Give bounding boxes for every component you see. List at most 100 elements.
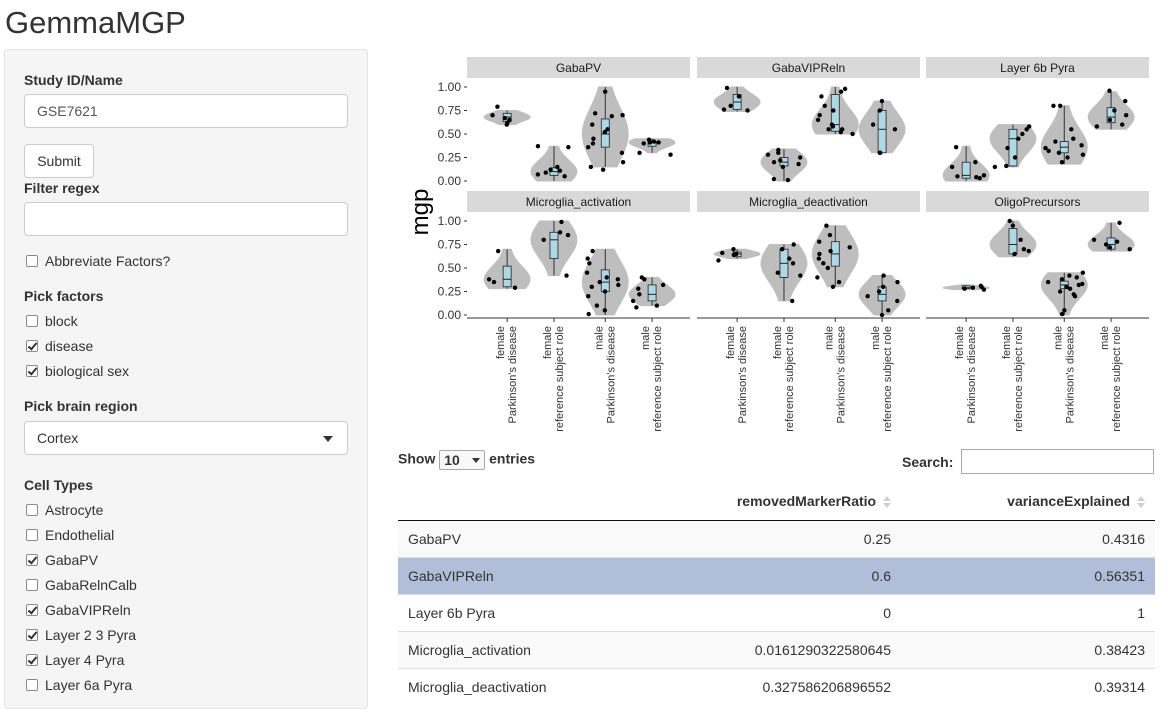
celltype-gabapv-checkbox[interactable] <box>26 554 38 566</box>
data-point <box>584 270 590 275</box>
study-input[interactable] <box>24 94 348 128</box>
celltype-endothelial[interactable]: Endothelial <box>26 525 114 545</box>
factor-disease-checkbox[interactable] <box>26 340 38 352</box>
column-header-label: removedMarkerRatio <box>736 492 877 509</box>
celltype-layer-2-3-pyra[interactable]: Layer 2 3 Pyra <box>26 625 136 645</box>
data-point <box>736 94 742 99</box>
table-row[interactable]: Layer 6b Pyra 0 1 <box>398 593 1155 631</box>
data-point <box>590 141 596 146</box>
data-point <box>981 173 987 178</box>
data-point <box>616 282 621 288</box>
celltype-gabarelncalb[interactable]: GabaRelnCalb <box>26 575 137 595</box>
filter-input[interactable] <box>24 202 348 236</box>
celltype-layer-4-pyra-checkbox[interactable] <box>26 654 38 666</box>
data-point <box>1123 98 1128 104</box>
celltype-layer-6a-pyra-checkbox[interactable] <box>26 679 38 691</box>
data-point <box>1123 113 1129 118</box>
cell-celltype: GabaVIPReln <box>398 556 612 594</box>
submit-button[interactable]: Submit <box>24 144 94 178</box>
data-point <box>981 287 987 292</box>
abbreviate-checkbox[interactable] <box>26 255 38 267</box>
chevron-down-icon <box>472 458 481 463</box>
x-tick-label: Parkinson's disease <box>507 326 519 424</box>
x-tick-label: male <box>640 326 652 350</box>
celltype-endothelial-checkbox[interactable] <box>26 529 38 541</box>
celltype-astrocyte-checkbox[interactable] <box>26 504 38 516</box>
x-tick-label: male <box>1099 326 1111 350</box>
data-point <box>586 311 591 317</box>
data-point <box>1079 143 1084 148</box>
data-point <box>490 113 495 118</box>
x-tick-label: female <box>772 326 784 359</box>
celltype-astrocyte[interactable]: Astrocyte <box>26 500 103 520</box>
column-header-varianceexplained[interactable]: varianceExplained <box>901 482 1155 521</box>
factor-disease-label: disease <box>45 338 94 354</box>
data-point <box>1080 270 1086 275</box>
celltype-endothelial-label: Endothelial <box>45 527 115 543</box>
table-search-input[interactable] <box>961 449 1154 474</box>
celltype-layer-4-pyra[interactable]: Layer 4 Pyra <box>26 650 124 670</box>
factor-block[interactable]: block <box>26 311 78 331</box>
mgp-violin-plot: mgp GabaPV 0.00 0.25 0.50 0.75 1.00 GabaVIPReln… <box>407 57 1149 432</box>
data-point <box>602 289 608 294</box>
celltype-layer-6a-pyra[interactable]: Layer 6a Pyra <box>26 675 132 695</box>
column-header-removedmarkerratio[interactable]: removedMarkerRatio <box>612 482 901 521</box>
data-point <box>590 248 595 254</box>
x-tick-label: male <box>1052 326 1064 350</box>
table-row[interactable]: Microglia_deactivation 0.327586206896552… <box>398 667 1155 705</box>
data-point <box>641 141 646 146</box>
table-row[interactable]: GabaPV 0.25 0.4316 <box>398 519 1155 557</box>
box <box>600 269 610 292</box>
abbreviate-checkbox-row[interactable]: Abbreviate Factors? <box>26 251 170 271</box>
x-tick-label: reference subject role <box>1111 326 1123 432</box>
cell-celltype: GabaPV <box>398 519 612 557</box>
y-tick-label: 0.00 <box>438 308 462 322</box>
data-point <box>879 98 885 104</box>
celltype-gabapv[interactable]: GabaPV <box>26 550 98 570</box>
celltype-gabavipreln-label: GabaVIPReln <box>45 602 131 618</box>
celltype-gabavipreln-checkbox[interactable] <box>26 604 38 616</box>
data-point <box>1005 145 1010 151</box>
data-point <box>592 111 598 116</box>
data-point <box>587 261 592 266</box>
celltype-layer-2-3-pyra-checkbox[interactable] <box>26 629 38 641</box>
x-tick-label: Parkinson's disease <box>966 326 978 424</box>
data-point <box>824 223 829 228</box>
table-row[interactable]: GabaVIPReln 0.6 0.56351 <box>398 556 1155 594</box>
data-point <box>557 168 563 173</box>
data-point <box>836 279 842 285</box>
sidebar-panel: Study ID/Name Submit Filter regex Abbrev… <box>4 49 368 709</box>
data-point <box>1117 220 1122 226</box>
x-tick-label: male <box>593 326 605 350</box>
factor-biological-sex[interactable]: biological sex <box>26 361 129 381</box>
data-point <box>830 284 836 289</box>
factor-biological-sex-label: biological sex <box>45 363 130 379</box>
data-point <box>720 250 725 256</box>
x-tick-label: female <box>725 326 737 359</box>
data-point <box>765 152 771 157</box>
data-point <box>796 161 801 167</box>
data-point <box>1080 152 1086 157</box>
factor-block-checkbox[interactable] <box>26 315 38 327</box>
study-label: Study ID/Name <box>24 72 123 88</box>
table-row[interactable]: Microglia_activation 0.0161290322580645 … <box>398 630 1155 668</box>
data-point <box>745 108 750 113</box>
x-tick-label: female <box>495 326 507 359</box>
data-point <box>559 219 564 225</box>
data-point <box>771 160 777 165</box>
celltype-gabavipreln[interactable]: GabaVIPReln <box>26 600 131 620</box>
data-point <box>642 277 647 282</box>
region-select[interactable]: Cortex <box>24 421 348 455</box>
facet-label: Layer 6b Pyra <box>1000 61 1075 75</box>
entries-length-select[interactable]: 10 <box>439 450 486 470</box>
data-point <box>817 251 822 257</box>
data-point <box>798 273 803 278</box>
celltype-gabarelncalb-checkbox[interactable] <box>26 579 38 591</box>
factors-label: Pick factors <box>24 288 104 304</box>
factor-biological-sex-checkbox[interactable] <box>26 365 38 377</box>
celltype-gabarelncalb-label: GabaRelnCalb <box>45 577 137 593</box>
data-point <box>977 175 982 181</box>
data-point <box>1004 163 1009 169</box>
factor-disease[interactable]: disease <box>26 336 93 356</box>
data-point <box>591 136 596 141</box>
